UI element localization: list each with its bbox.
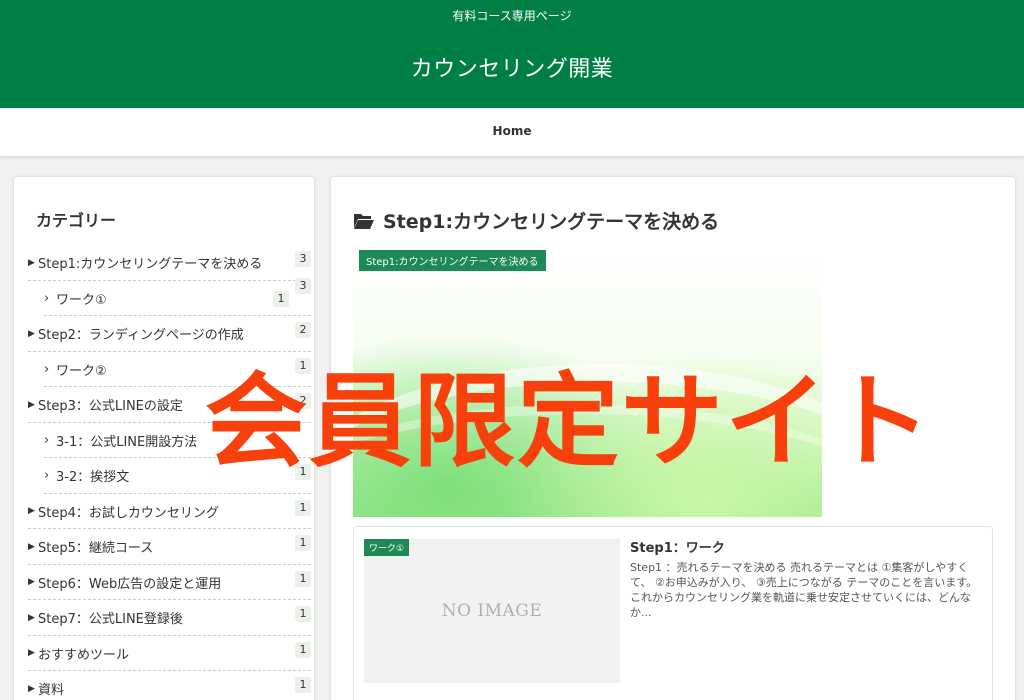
- sidebar-category-item[interactable]: ▶ Step7：公式LINE登録後 1: [28, 600, 311, 636]
- caret-right-icon: ▶: [28, 399, 35, 410]
- category-label: 資料: [38, 683, 65, 699]
- sidebar-category-item[interactable]: ▶ Step6：Web広告の設定と運用 1: [28, 565, 311, 601]
- page-title: Step1:カウンセリングテーマを決める: [353, 207, 719, 234]
- no-image-text: NO IMAGE: [441, 601, 543, 621]
- post-thumbnail[interactable]: NO IMAGE: [364, 539, 620, 683]
- sidebar-category-item[interactable]: ▶ Step5：継続コース 1: [28, 529, 311, 565]
- chevron-right-icon: ›: [44, 468, 50, 484]
- sidebar-category-item[interactable]: › ワーク② 1: [44, 352, 311, 388]
- nav-home-link[interactable]: Home: [493, 124, 532, 138]
- caret-right-icon: ▶: [28, 683, 35, 694]
- category-label: 3-2：挨拶文: [56, 470, 130, 486]
- folder-open-icon: [354, 213, 374, 229]
- sidebar-category-item[interactable]: ▶ 資料 1: [28, 671, 311, 700]
- chevron-right-icon: ›: [44, 361, 50, 377]
- category-label: Step1:カウンセリングテーマを決める: [38, 257, 263, 273]
- caret-right-icon: ▶: [28, 648, 35, 659]
- sidebar-category-item[interactable]: › ワーク① 1 3: [44, 277, 311, 317]
- post-card[interactable]: NO IMAGE ワーク① Step1：ワーク Step1 ：売れるテーマを決め…: [353, 526, 993, 700]
- sidebar: カテゴリー ▶ Step1:カウンセリングテーマを決める 3 › ワーク① 1 3 ▶ Step…: [14, 177, 314, 700]
- category-count-badge: 1: [295, 606, 311, 622]
- category-count-badge: 1: [295, 357, 311, 374]
- chevron-right-icon: ›: [44, 290, 50, 306]
- category-label: 3-1：公式LINE開設方法: [56, 434, 198, 450]
- caret-right-icon: ▶: [28, 541, 35, 552]
- sidebar-heading: カテゴリー: [36, 211, 117, 230]
- category-count-badge: 2: [295, 322, 311, 338]
- sidebar-category-item[interactable]: ▶ Step1:カウンセリングテーマを決める 3: [28, 245, 311, 281]
- category-count-badge: 1: [295, 641, 311, 658]
- caret-right-icon: ▶: [28, 612, 35, 623]
- category-label: ワーク①: [56, 292, 107, 308]
- category-list: ▶ Step1:カウンセリングテーマを決める 3 › ワーク① 1 3 ▶ Step2：ランディ…: [28, 245, 311, 700]
- post-excerpt: Step1 ：売れるテーマを決める 売れるテーマとは ①集客がしやすくて、 ②お…: [630, 561, 978, 619]
- site-title[interactable]: カウンセリング開業: [0, 51, 1024, 83]
- category-count-badge: 1: [295, 535, 311, 551]
- main-content: Step1:カウンセリングテーマを決める Step1:カウンセリングテーマを決め…: [331, 177, 1015, 700]
- category-count-badge: 1: [295, 677, 311, 693]
- sidebar-category-item[interactable]: ▶ Step3：公式LINEの設定 2: [28, 387, 311, 423]
- category-label: Step6：Web広告の設定と運用: [38, 576, 222, 592]
- category-count-badge: 2: [295, 393, 311, 409]
- caret-right-icon: ▶: [28, 577, 35, 588]
- category-label: Step7：公式LINE登録後: [38, 612, 183, 628]
- sidebar-category-item[interactable]: ▶ Step2：ランディングページの作成 2: [28, 316, 311, 352]
- category-label: Step2：ランディングページの作成: [38, 328, 244, 344]
- post-category-label: ワーク①: [364, 539, 410, 556]
- hero-wave-decoration: [353, 404, 822, 517]
- category-label: Step5：継続コース: [38, 541, 154, 557]
- category-hero-image: Step1:カウンセリングテーマを決める: [353, 244, 822, 517]
- category-count-badge: 3: [295, 277, 311, 294]
- site-header: 有料コース専用ページ カウンセリング開業: [0, 0, 1024, 108]
- hero-category-label[interactable]: Step1:カウンセリングテーマを決める: [359, 250, 546, 271]
- sidebar-category-item[interactable]: › 3-2：挨拶文 1: [44, 458, 311, 494]
- sidebar-category-item[interactable]: ▶ おすすめツール 1: [28, 636, 311, 672]
- sidebar-category-item[interactable]: ▶ Step4：お試しカウンセリング 1: [28, 494, 311, 530]
- caret-right-icon: ▶: [28, 506, 35, 517]
- post-title[interactable]: Step1：ワーク: [630, 537, 725, 556]
- category-count-badge: 1: [295, 570, 311, 587]
- category-label: Step4：お試しカウンセリング: [38, 505, 219, 521]
- header-subtitle: 有料コース専用ページ: [452, 9, 572, 23]
- category-count-badge: 1: [273, 290, 289, 307]
- global-nav: Home: [0, 108, 1024, 157]
- category-count-badge: 1: [295, 464, 311, 480]
- category-label: ワーク②: [56, 363, 107, 379]
- caret-right-icon: ▶: [28, 257, 35, 268]
- category-label: Step3：公式LINEの設定: [38, 399, 183, 415]
- caret-right-icon: ▶: [28, 328, 35, 339]
- page-title-text: Step1:カウンセリングテーマを決める: [383, 211, 720, 233]
- category-label: おすすめツール: [38, 647, 130, 663]
- sidebar-category-item[interactable]: › 3-1：公式LINE開設方法: [44, 423, 311, 459]
- chevron-right-icon: ›: [44, 432, 50, 448]
- category-count-badge: 3: [295, 251, 311, 267]
- category-count-badge: 1: [295, 499, 311, 516]
